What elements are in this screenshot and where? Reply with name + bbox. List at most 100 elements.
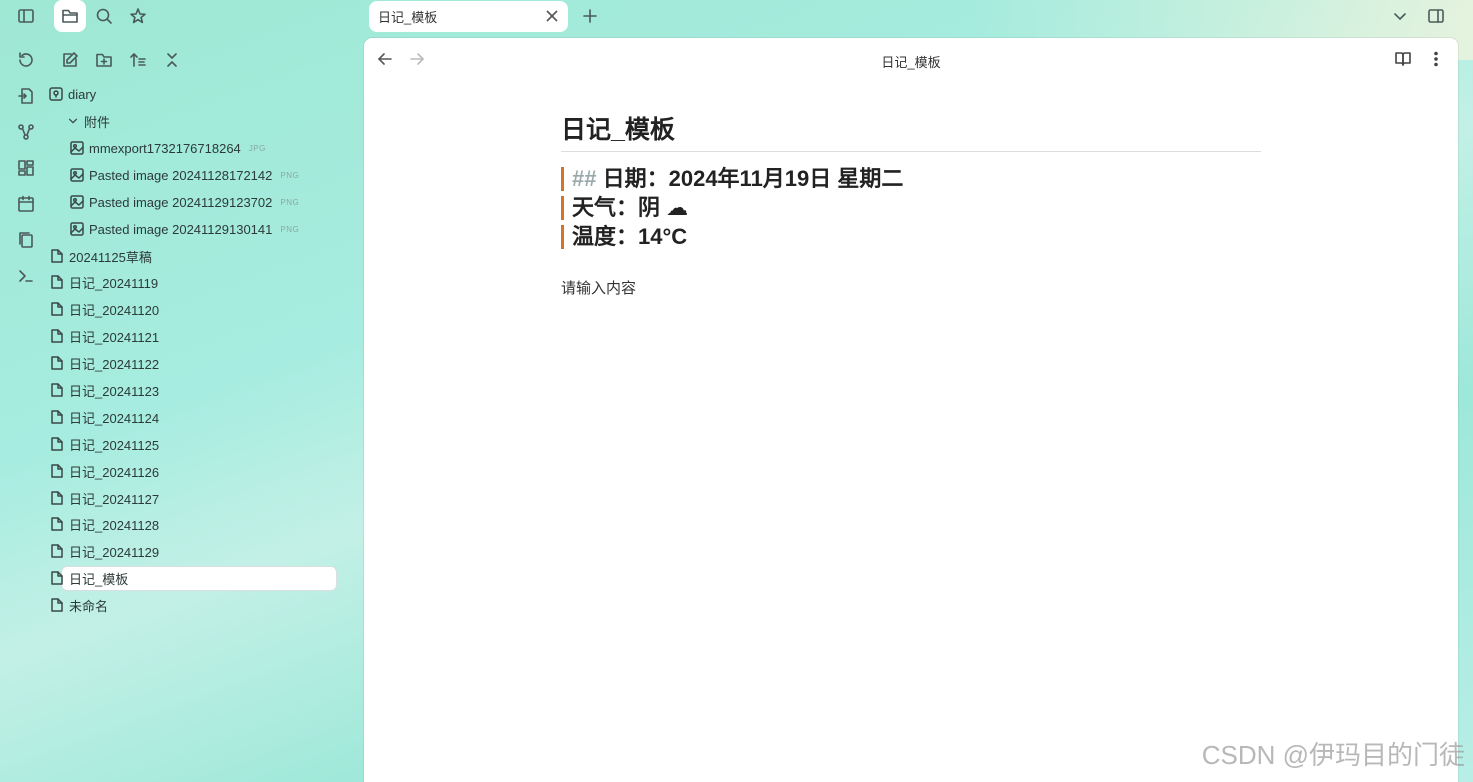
- file-name: 日记_20241127: [69, 491, 160, 507]
- file-item[interactable]: 日记_20241126: [50, 459, 159, 483]
- terminal-icon[interactable]: [14, 264, 38, 288]
- more-options-icon[interactable]: [1427, 50, 1447, 70]
- history-icon[interactable]: [14, 48, 38, 72]
- file-item-selected[interactable]: 日记_模板: [50, 566, 128, 590]
- image-icon: [70, 195, 84, 209]
- file-item[interactable]: 日记_20241123: [50, 378, 159, 402]
- canvas-icon[interactable]: [14, 156, 38, 180]
- vault-root[interactable]: diary: [49, 82, 96, 106]
- title-divider: [561, 151, 1261, 152]
- new-tab-icon[interactable]: [574, 0, 606, 32]
- folder-attachments[interactable]: 附件: [67, 109, 110, 133]
- editor-pane: 日记_模板 日记_模板 ## 日期：2024年11月19日 星期二 天气：阴 ☁…: [364, 38, 1458, 782]
- file-ext-badge: PNG: [280, 170, 300, 180]
- new-folder-icon[interactable]: [88, 44, 120, 76]
- attachment-item[interactable]: mmexport1732176718264 JPG: [70, 136, 266, 160]
- file-name: 日记_20241122: [69, 356, 160, 372]
- calendar-icon[interactable]: [14, 192, 38, 216]
- file-icon: [51, 356, 63, 370]
- image-icon: [70, 168, 84, 182]
- file-name: 日记_20241119: [69, 275, 159, 291]
- file-icon: [51, 275, 63, 289]
- close-icon[interactable]: [544, 8, 560, 24]
- tab-title: 日记_模板: [378, 10, 438, 25]
- sort-icon[interactable]: [122, 44, 154, 76]
- file-item[interactable]: 日记_20241119: [50, 270, 158, 294]
- file-name: 日记_20241120: [69, 302, 160, 318]
- attachment-item[interactable]: Pasted image 20241129123702 PNG: [70, 190, 299, 214]
- body-content[interactable]: 请输入内容: [561, 277, 636, 298]
- attachment-item[interactable]: Pasted image 20241128172142 PNG: [70, 163, 299, 187]
- new-note-icon[interactable]: [54, 44, 86, 76]
- file-icon: [51, 249, 63, 263]
- file-name: 日记_20241125: [69, 437, 160, 453]
- file-item[interactable]: 日记_20241129: [50, 539, 159, 563]
- file-icon: [51, 383, 63, 397]
- attachment-name: Pasted image 20241129130141: [89, 221, 273, 237]
- file-item[interactable]: 20241125草稿: [50, 244, 152, 268]
- search-icon[interactable]: [88, 0, 120, 32]
- file-ext-badge: PNG: [280, 224, 300, 234]
- vault-icon: [49, 87, 63, 101]
- vault-name: diary: [68, 86, 97, 102]
- heading-weather[interactable]: 天气：阴 ☁: [561, 196, 688, 220]
- file-name: 日记_20241128: [69, 517, 160, 533]
- view-header-title: 日记_模板: [881, 55, 941, 70]
- file-item[interactable]: 未命名: [50, 593, 108, 617]
- tab-list-chevron-icon[interactable]: [1384, 0, 1416, 32]
- weather-text: 天气：阴 ☁: [572, 195, 689, 220]
- templates-icon[interactable]: [14, 228, 38, 252]
- right-sidebar-toggle-icon[interactable]: [1420, 0, 1452, 32]
- file-icon: [51, 464, 63, 478]
- file-name: 日记_20241129: [69, 544, 160, 560]
- file-name: 日记_20241126: [69, 464, 160, 480]
- collapse-all-icon[interactable]: [156, 44, 188, 76]
- image-icon: [70, 222, 84, 236]
- file-icon: [51, 517, 63, 531]
- reading-mode-book-icon[interactable]: [1394, 50, 1414, 70]
- file-name: 日记_20241123: [69, 383, 160, 399]
- file-item[interactable]: 日记_20241124: [50, 405, 159, 429]
- file-item[interactable]: 日记_20241127: [50, 486, 159, 510]
- file-icon: [51, 329, 63, 343]
- folder-label: 附件: [84, 114, 111, 130]
- file-icon: [51, 598, 63, 612]
- file-name: 未命名: [69, 598, 109, 614]
- file-name: 日记_20241124: [69, 410, 160, 426]
- chevron-down-icon: [68, 118, 78, 124]
- file-item[interactable]: 日记_20241120: [50, 297, 159, 321]
- file-icon: [51, 491, 63, 505]
- attachment-name: Pasted image 20241129123702: [89, 194, 273, 210]
- file-item[interactable]: 日记_20241125: [50, 432, 159, 456]
- heading-date[interactable]: ## 日期：2024年11月19日 星期二: [561, 167, 903, 191]
- file-item[interactable]: 日记_20241128: [50, 512, 159, 536]
- file-icon: [51, 544, 63, 558]
- attachment-name: mmexport1732176718264: [89, 140, 241, 156]
- file-icon: [51, 302, 63, 316]
- attachment-item[interactable]: Pasted image 20241129130141 PNG: [70, 217, 299, 241]
- file-explorer-icon[interactable]: [54, 0, 86, 32]
- file-icon: [51, 571, 63, 585]
- heading-temperature[interactable]: 温度：14°C: [561, 225, 687, 249]
- file-ext-badge: PNG: [280, 197, 300, 207]
- sidebar-toggle-icon[interactable]: [10, 0, 42, 32]
- file-item[interactable]: 日记_20241122: [50, 351, 159, 375]
- date-text: 日期：2024年11月19日 星期二: [602, 166, 904, 191]
- file-name: 日记_模板: [69, 571, 129, 587]
- file-name: 20241125草稿: [69, 249, 152, 265]
- file-ext-badge: JPG: [248, 143, 266, 153]
- tab-active[interactable]: 日记_模板: [369, 1, 568, 32]
- graph-view-icon[interactable]: [14, 120, 38, 144]
- heading-markup: ##: [572, 166, 597, 191]
- document-title[interactable]: 日记_模板: [561, 110, 675, 146]
- file-icon: [51, 437, 63, 451]
- image-icon: [70, 141, 84, 155]
- watermark: CSDN @伊玛目的门徒: [1201, 740, 1465, 770]
- attachment-name: Pasted image 20241128172142: [89, 167, 273, 183]
- file-icon: [51, 410, 63, 424]
- bookmark-star-icon[interactable]: [122, 0, 154, 32]
- temperature-text: 温度：14°C: [572, 224, 688, 249]
- quick-switch-icon[interactable]: [14, 84, 38, 108]
- file-name: 日记_20241121: [69, 329, 160, 345]
- file-item[interactable]: 日记_20241121: [50, 324, 159, 348]
